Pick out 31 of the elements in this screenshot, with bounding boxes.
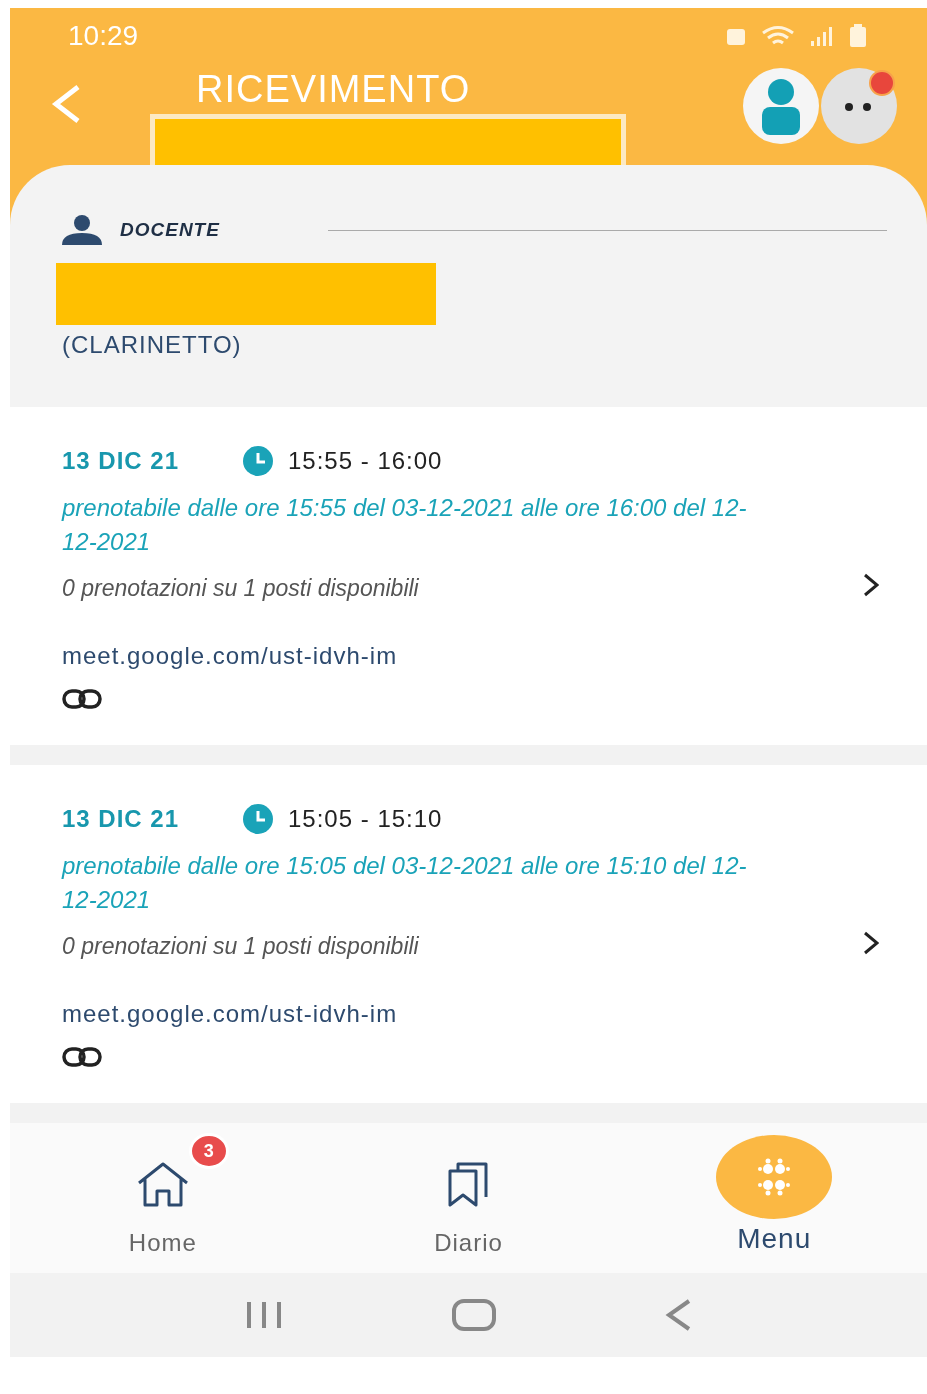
battery-icon <box>849 24 867 48</box>
nav-tab[interactable]: Menu <box>621 1123 927 1273</box>
wifi-icon <box>761 25 795 47</box>
availability-text: 0 prenotazioni su 1 posti disponibili <box>62 933 419 960</box>
link-icon <box>62 1046 102 1068</box>
person-icon <box>62 215 102 245</box>
nav-tab[interactable]: Diario <box>315 1123 622 1273</box>
chevron-right-icon[interactable] <box>863 573 879 597</box>
teacher-label: DOCENTE <box>120 219 220 241</box>
nav-tab[interactable]: Home 3 <box>10 1123 316 1273</box>
page-title: RICEVIMENTO <box>196 67 471 112</box>
notification-badge: 3 <box>188 1133 229 1169</box>
availability-text: 0 prenotazioni su 1 posti disponibili <box>62 575 419 602</box>
back-icon[interactable] <box>664 1299 693 1331</box>
home-button-icon[interactable] <box>452 1299 497 1331</box>
meeting-link[interactable]: meet.google.com/ust-idvh-im <box>62 642 398 670</box>
slot-date: 13 DIC 21 <box>62 447 181 475</box>
teacher-subject: (CLARINETTO) <box>62 331 243 359</box>
chevron-right-icon[interactable] <box>863 931 879 955</box>
clock-icon <box>242 803 274 835</box>
slot-date: 13 DIC 21 <box>62 805 181 833</box>
meeting-link[interactable]: meet.google.com/ust-idvh-im <box>62 1000 398 1028</box>
clock-icon <box>242 445 274 477</box>
booking-window-text: prenotabile dalle ore 15:05 del 03-12-2021 alle ore 15:10 del 12-12-2021 <box>62 851 748 915</box>
booking-window-text: prenotabile dalle ore 15:55 del 03-12-2021 alle ore 16:00 del 12-12-2021 <box>62 493 748 557</box>
link-icon <box>62 688 102 710</box>
slot-time: 15:55 - 16:00 <box>288 447 443 475</box>
back-icon[interactable] <box>50 84 82 124</box>
status-time: 10:29 <box>68 20 139 52</box>
signal-icon <box>809 25 835 47</box>
slot-time: 15:05 - 15:10 <box>288 805 443 833</box>
